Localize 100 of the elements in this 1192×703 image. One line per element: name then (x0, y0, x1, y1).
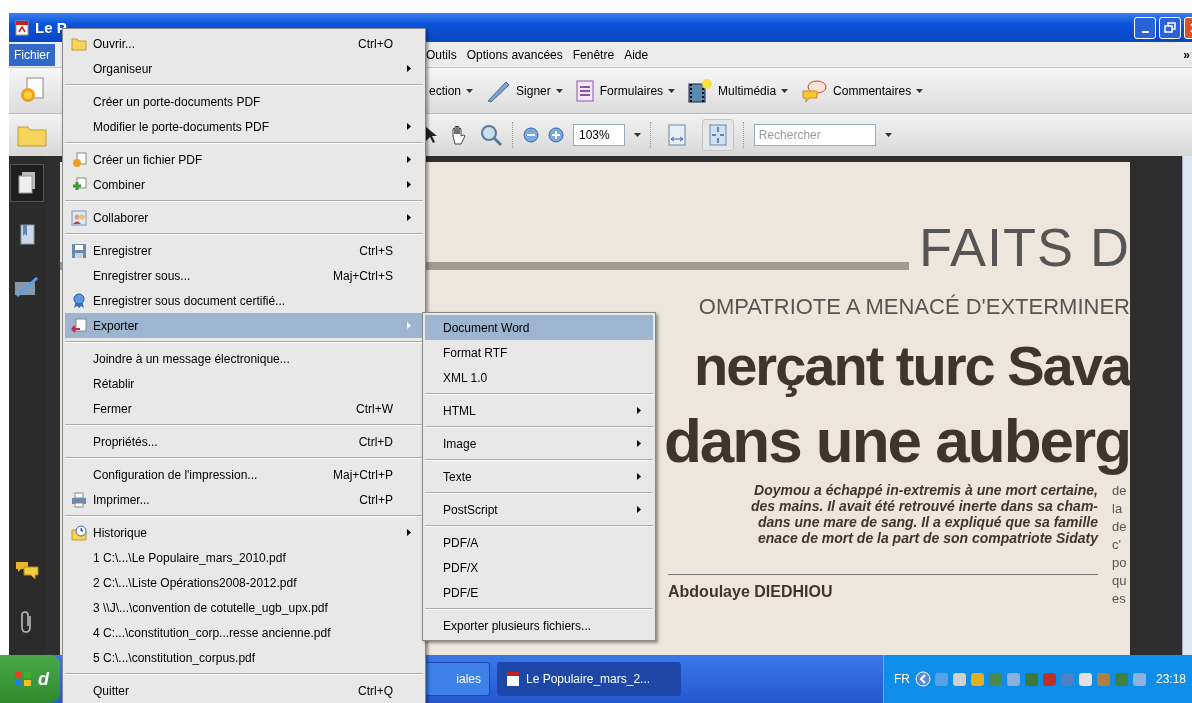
menu-item[interactable]: 2 C:\...\Liste Opérations2008-2012.pdf (65, 570, 423, 595)
menu-item[interactable]: Historique (65, 520, 423, 545)
menu-item[interactable]: Propriétés... Ctrl+D (65, 429, 423, 454)
magnifier-icon[interactable] (479, 123, 503, 147)
toolbar-menu-button[interactable]: Formulaires (570, 76, 680, 105)
menu-item[interactable]: 4 C:...\constitution_corp...resse ancienne.pdf (65, 620, 423, 645)
signature-pen-icon (14, 276, 40, 298)
start-button[interactable]: d (0, 655, 60, 703)
menu-item[interactable]: PDF/E (425, 580, 653, 605)
folder-clock-icon (71, 524, 87, 541)
menu-item[interactable]: Combiner (65, 172, 423, 197)
menu-item[interactable]: Modifier le porte-documents PDF (65, 114, 423, 139)
menu-item[interactable]: Collaborer (65, 205, 423, 230)
menu-item[interactable]: Configuration de l'impression... Maj+Ctrl+P (65, 462, 423, 487)
submenu-arrow-icon (637, 407, 641, 414)
article-kicker: OMPATRIOTE A MENACÉ D'EXTERMINER (698, 294, 1130, 320)
dropdown-caret-icon (466, 88, 474, 93)
comment-bubbles-icon (800, 78, 829, 103)
restore-icon (1164, 21, 1176, 34)
fit-page-icon (708, 124, 727, 146)
section-title: FAITS D (918, 220, 1130, 274)
submenu-arrow-icon (407, 181, 411, 188)
menu-item[interactable]: Enregistrer sous document certifié... (65, 288, 423, 313)
menu-bar-item[interactable]: Fichier (9, 43, 55, 66)
toolbar-menu-button[interactable]: Signer (481, 76, 567, 105)
zoom-out-icon[interactable] (523, 127, 539, 143)
column-text-fragment: es (1112, 590, 1127, 608)
menu-item[interactable]: Enregistrer sous... Maj+Ctrl+S (65, 263, 423, 288)
menu-item[interactable]: Exporter plusieurs fichiers... (425, 613, 653, 638)
tray-icon[interactable] (1005, 671, 1021, 687)
dropdown-caret-icon (668, 88, 676, 93)
menu-item[interactable]: Fermer Ctrl+W (65, 396, 423, 421)
menu-item[interactable]: 5 C:\...\constitution_corpus.pdf (65, 645, 423, 670)
menu-item[interactable]: 1 C:\...\Le Populaire_mars_2010.pdf (65, 545, 423, 570)
menu-item[interactable]: Format RTF (425, 340, 653, 365)
submenu-arrow-icon (407, 214, 411, 221)
menu-item[interactable]: Exporter (65, 313, 423, 338)
tray-icon[interactable] (951, 671, 967, 687)
tray-icon[interactable] (1023, 671, 1039, 687)
menu-item[interactable]: Imprimer... Ctrl+P (65, 487, 423, 512)
column-text-fragment: c' (1112, 536, 1122, 554)
menu-item[interactable]: 3 \\J\...\convention de cotutelle_ugb_upx.pdf (65, 595, 423, 620)
pdf-file-icon (14, 19, 30, 36)
comments-icon (15, 560, 39, 580)
submenu-arrow-icon (407, 123, 411, 130)
menu-item[interactable]: Image (425, 431, 653, 456)
menu-item[interactable]: Enregistrer Ctrl+S (65, 238, 423, 263)
sidebar-button[interactable] (10, 164, 44, 202)
menu-item[interactable]: PostScript (425, 497, 653, 522)
menu-bar-item[interactable]: Aide (619, 43, 654, 66)
column-text-fragment: la (1112, 500, 1124, 518)
people-icon (71, 209, 87, 226)
menu-item[interactable]: HTML (425, 398, 653, 423)
column-text-fragment: de (1112, 482, 1128, 500)
article-lead-line: Doymou a échappé in-extremis à une mort certaine, (754, 482, 1098, 498)
menu-item[interactable]: Texte (425, 464, 653, 489)
minimize-button[interactable] (1134, 16, 1156, 39)
submenu-arrow-icon (637, 473, 641, 480)
dropdown-caret-icon[interactable] (884, 133, 892, 137)
folder-icon (71, 36, 87, 51)
dropdown-caret-icon (916, 88, 924, 93)
menu-item[interactable]: PDF/X (425, 555, 653, 580)
form-icon (574, 78, 595, 103)
fit-page-button[interactable] (701, 119, 734, 151)
tray-icon[interactable] (1131, 671, 1147, 687)
taskbar-button[interactable]: Le Populaire_mars_2... (497, 662, 681, 696)
menu-item[interactable]: Joindre à un message électronique... (65, 346, 423, 371)
document-arrow-icon (71, 317, 87, 334)
search-field[interactable]: Rechercher (753, 124, 876, 146)
dropdown-caret-icon[interactable] (633, 133, 641, 137)
zoom-in-icon[interactable] (548, 127, 564, 143)
menu-item[interactable]: Rétablir (65, 371, 423, 396)
tray-icon[interactable] (1077, 671, 1093, 687)
menu-item[interactable]: Document Word (425, 315, 653, 340)
column-text-fragment: de (1112, 518, 1128, 536)
folder-icon[interactable] (17, 123, 47, 147)
toolbar-menu-button[interactable]: Multimédia (683, 75, 793, 106)
menu-item[interactable]: Ouvrir... Ctrl+O (65, 31, 423, 56)
menu-item[interactable]: Quitter Ctrl+Q (65, 678, 423, 703)
menu-item[interactable]: Créer un porte-documents PDF (65, 89, 423, 114)
toolbar-menu-button[interactable]: Commentaires (796, 76, 928, 105)
menu-item[interactable]: PDF/A (425, 530, 653, 555)
submenu-arrow-icon (637, 440, 641, 447)
menu-item[interactable]: XML 1.0 (425, 365, 653, 390)
menu-item[interactable]: Organiseur (65, 56, 423, 81)
menu-bar-item[interactable]: Fenêtre (567, 43, 620, 66)
award-ribbon-icon (72, 292, 86, 309)
restore-button[interactable] (1159, 16, 1181, 39)
menu-overflow-chevron[interactable]: » (1183, 47, 1192, 62)
tray-chevron-icon[interactable] (914, 671, 931, 687)
vertical-scrollbar[interactable] (1182, 156, 1192, 655)
menu-bar-item[interactable]: Options avancées (461, 43, 568, 66)
tray-icon[interactable] (969, 671, 985, 687)
tray-icon[interactable] (1041, 671, 1057, 687)
menu-item[interactable]: Créer un fichier PDF (65, 147, 423, 172)
submenu-arrow-icon (637, 506, 641, 513)
zoom-field[interactable]: 103% (573, 124, 625, 146)
article-lead-line: enace de mort de la part de son compatriote Sidaty (758, 530, 1098, 546)
cursor-arrow-icon[interactable] (425, 126, 439, 144)
toolbar-menu-button[interactable]: ection (425, 81, 478, 100)
